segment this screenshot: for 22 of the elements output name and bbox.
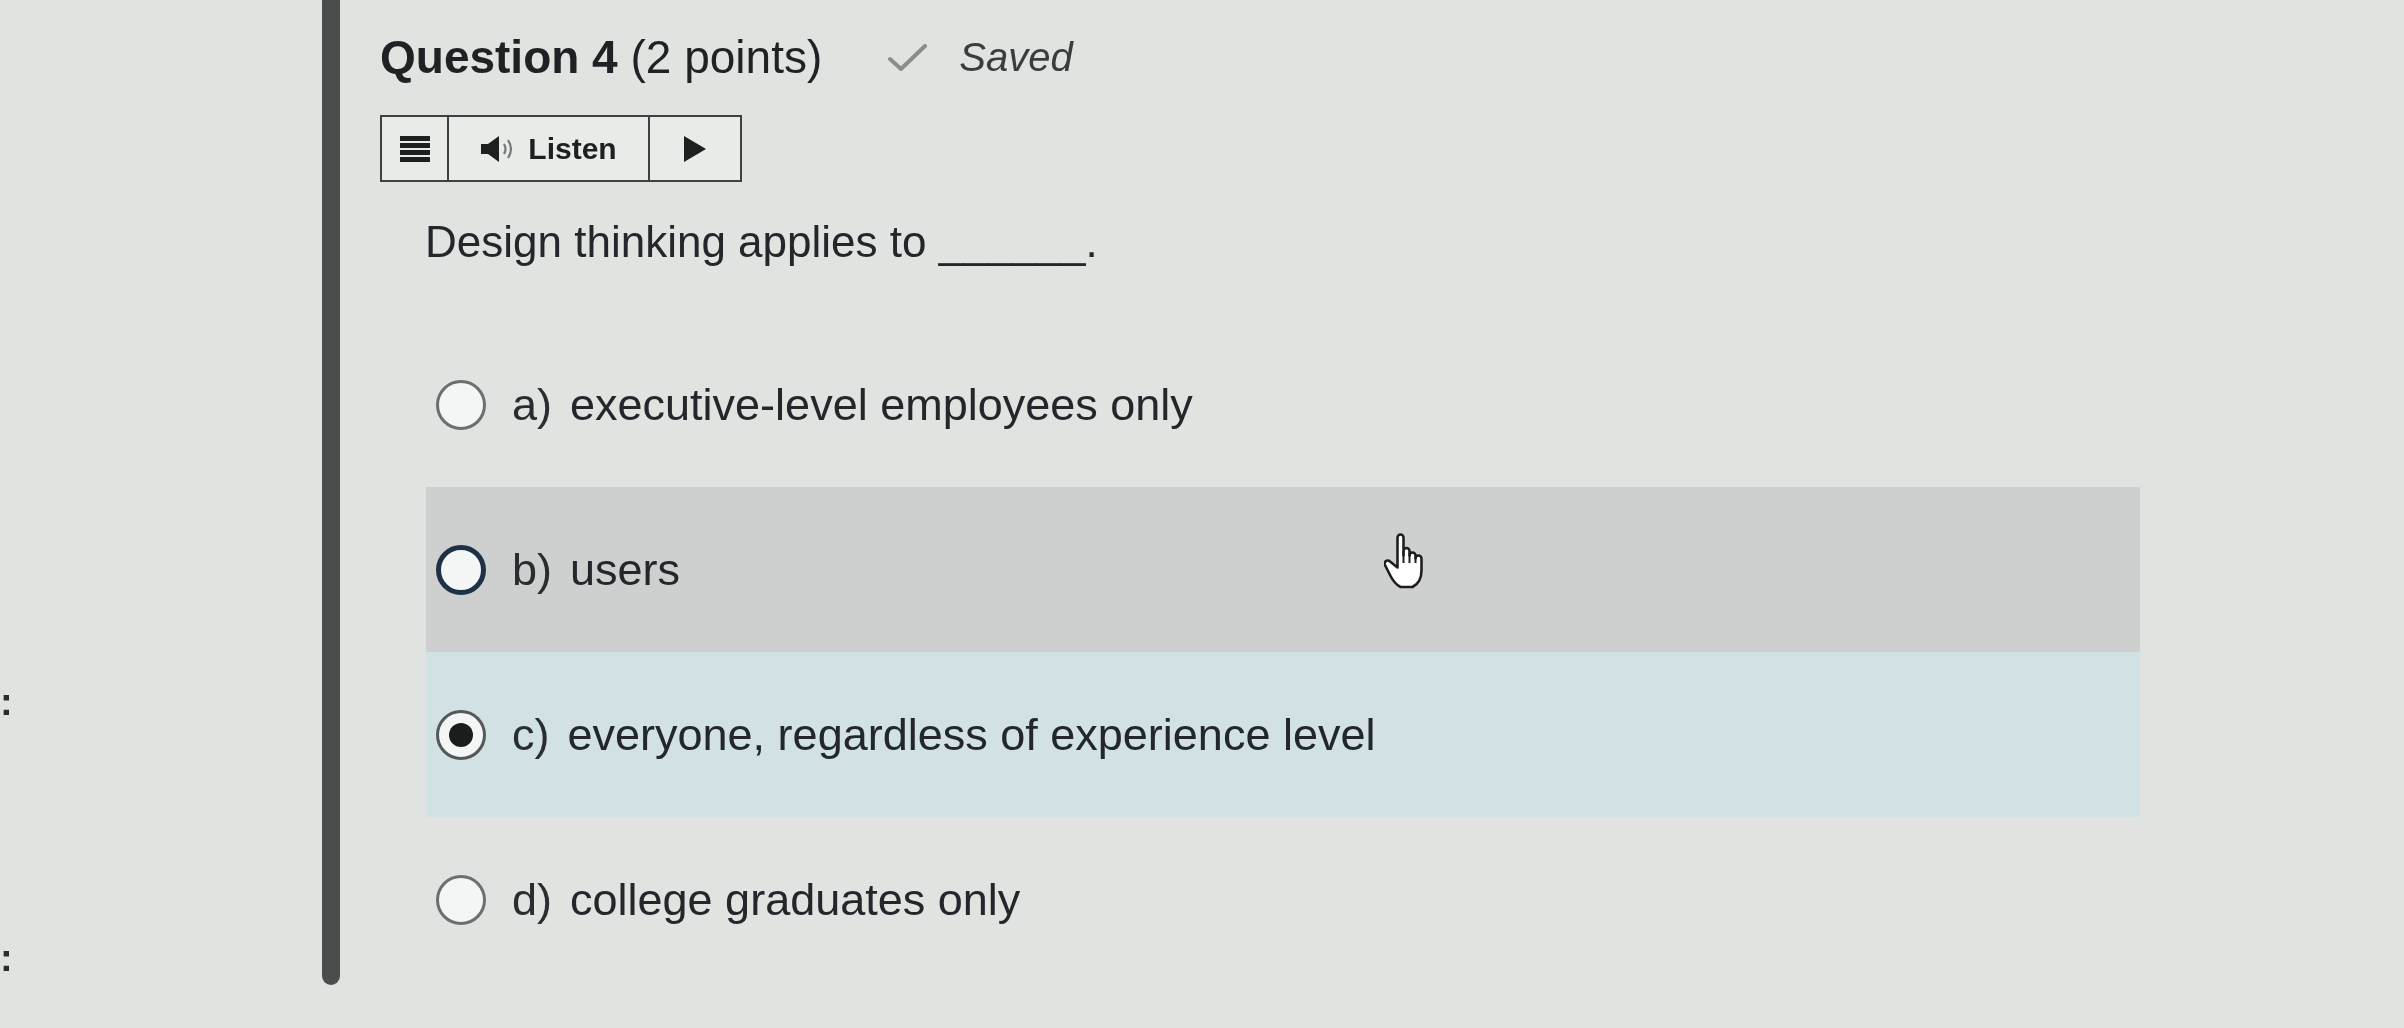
play-icon bbox=[684, 135, 706, 162]
hovered-answer-row[interactable]: b) users bbox=[426, 487, 2140, 652]
radio-button[interactable] bbox=[436, 874, 486, 925]
sidebar-label: : bbox=[0, 936, 13, 980]
sidebar-label: : bbox=[0, 680, 13, 724]
option-text: everyone, regardless of experience level bbox=[567, 708, 1376, 761]
menu-icon bbox=[399, 135, 430, 162]
option-text: users bbox=[570, 543, 681, 596]
question-prompt: Design thinking applies to ______. bbox=[425, 216, 1099, 268]
radio-button[interactable] bbox=[436, 379, 486, 430]
question-title: Question 4 (2 points) bbox=[380, 30, 823, 85]
option-letter: c) bbox=[512, 708, 550, 761]
selected-answer-row[interactable]: c) everyone, regardless of experience level bbox=[426, 652, 2140, 817]
hand-cursor-icon bbox=[1384, 533, 1426, 590]
option-letter: a) bbox=[512, 378, 552, 431]
option-letter: b) bbox=[512, 543, 552, 596]
option-text: executive-level employees only bbox=[570, 378, 1193, 431]
option-letter: d) bbox=[512, 873, 552, 926]
radio-button[interactable] bbox=[436, 544, 486, 595]
save-status: Saved bbox=[959, 35, 1073, 80]
radio-button[interactable] bbox=[436, 709, 486, 760]
option-text: college graduates only bbox=[570, 873, 1021, 926]
